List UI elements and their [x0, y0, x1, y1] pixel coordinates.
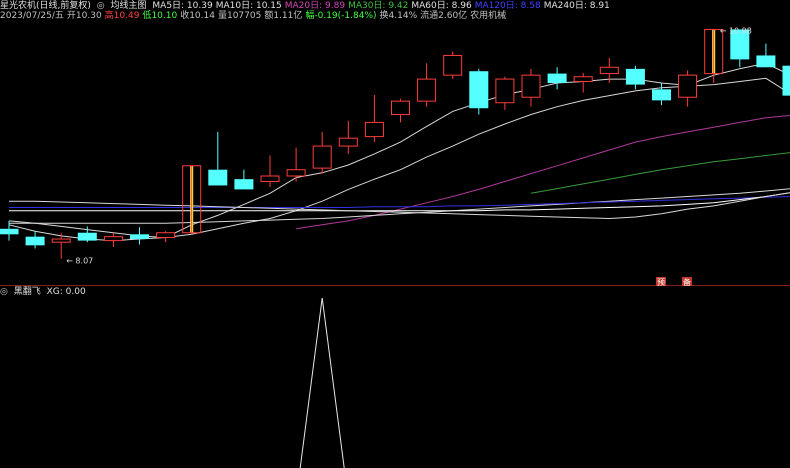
- ma-line-ma60: [9, 188, 790, 224]
- candle-body-down: [208, 169, 228, 186]
- candle-body-up: [573, 76, 593, 82]
- candle-body-down: [0, 228, 19, 235]
- candle-body-up: [599, 66, 619, 75]
- low-price-label: ← 8.07: [66, 257, 93, 266]
- marker-label: 备: [683, 277, 691, 287]
- candle-body-up: [391, 100, 410, 116]
- candle-body-up: [443, 54, 463, 76]
- candle-body-up: [103, 236, 123, 242]
- ma-line-ma30: [530, 152, 790, 194]
- candle-body-down: [652, 89, 671, 101]
- candle-body-down: [547, 73, 567, 84]
- candle-body-up: [312, 145, 332, 169]
- candle-body-up: [495, 78, 515, 104]
- candlestick-chart[interactable]: ← 10.98 ← 8.07 预 备: [0, 0, 790, 468]
- candle-body-up: [417, 78, 437, 102]
- candle-body-down: [234, 179, 254, 190]
- candle-body-down: [130, 234, 149, 240]
- candle-body-up: [364, 121, 384, 138]
- candle-body-down: [469, 71, 489, 109]
- candle-body-up: [286, 169, 306, 177]
- candle-body-down: [25, 236, 45, 246]
- candle-body-up: [51, 238, 71, 243]
- marker-label: 预: [657, 277, 665, 287]
- candle-body-up: [260, 175, 280, 183]
- high-price-label: ← 10.98: [720, 26, 752, 35]
- candle-body-up: [156, 232, 176, 238]
- candle-body-down: [625, 68, 645, 85]
- candle-body-down: [756, 55, 776, 68]
- candle-body-up: [678, 74, 698, 98]
- ma-line-ma120: [9, 196, 790, 208]
- candle-body-up: [338, 137, 358, 147]
- candle-body-up: [521, 74, 541, 98]
- candle-body-down: [782, 65, 790, 96]
- indicator-line: [299, 297, 345, 468]
- candle-body-down: [77, 232, 97, 241]
